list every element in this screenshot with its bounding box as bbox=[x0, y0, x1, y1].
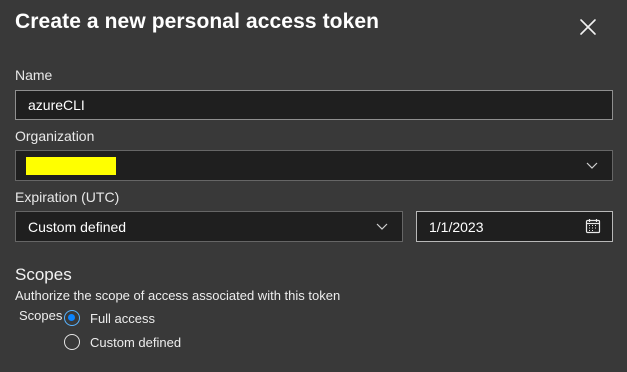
expiration-select[interactable]: Custom defined bbox=[15, 211, 403, 242]
close-icon[interactable] bbox=[575, 14, 601, 40]
expiration-select-value: Custom defined bbox=[28, 219, 127, 235]
full-access-option[interactable]: Full access bbox=[64, 308, 155, 328]
custom-defined-option[interactable]: Custom defined bbox=[64, 332, 181, 352]
scopes-group-label: Scopes bbox=[19, 308, 63, 323]
redacted-organization-value bbox=[26, 157, 116, 175]
create-token-dialog: Create a new personal access token Name … bbox=[0, 0, 627, 372]
chevron-down-icon bbox=[376, 223, 388, 230]
full-access-label: Full access bbox=[90, 310, 156, 326]
chevron-down-icon bbox=[586, 162, 598, 169]
scopes-description: Authorize the scope of access associated… bbox=[15, 288, 341, 303]
full-access-radio[interactable] bbox=[64, 310, 80, 326]
organization-select[interactable] bbox=[15, 150, 613, 181]
dialog-title: Create a new personal access token bbox=[15, 10, 380, 33]
custom-defined-label: Custom defined bbox=[90, 334, 182, 350]
name-label: Name bbox=[15, 67, 53, 83]
scopes-heading: Scopes bbox=[15, 265, 72, 284]
expiration-date-input[interactable] bbox=[416, 211, 613, 242]
expiration-label: Expiration (UTC) bbox=[15, 189, 120, 205]
custom-defined-radio[interactable] bbox=[64, 334, 80, 350]
name-input[interactable] bbox=[15, 90, 613, 120]
organization-label: Organization bbox=[15, 128, 95, 144]
